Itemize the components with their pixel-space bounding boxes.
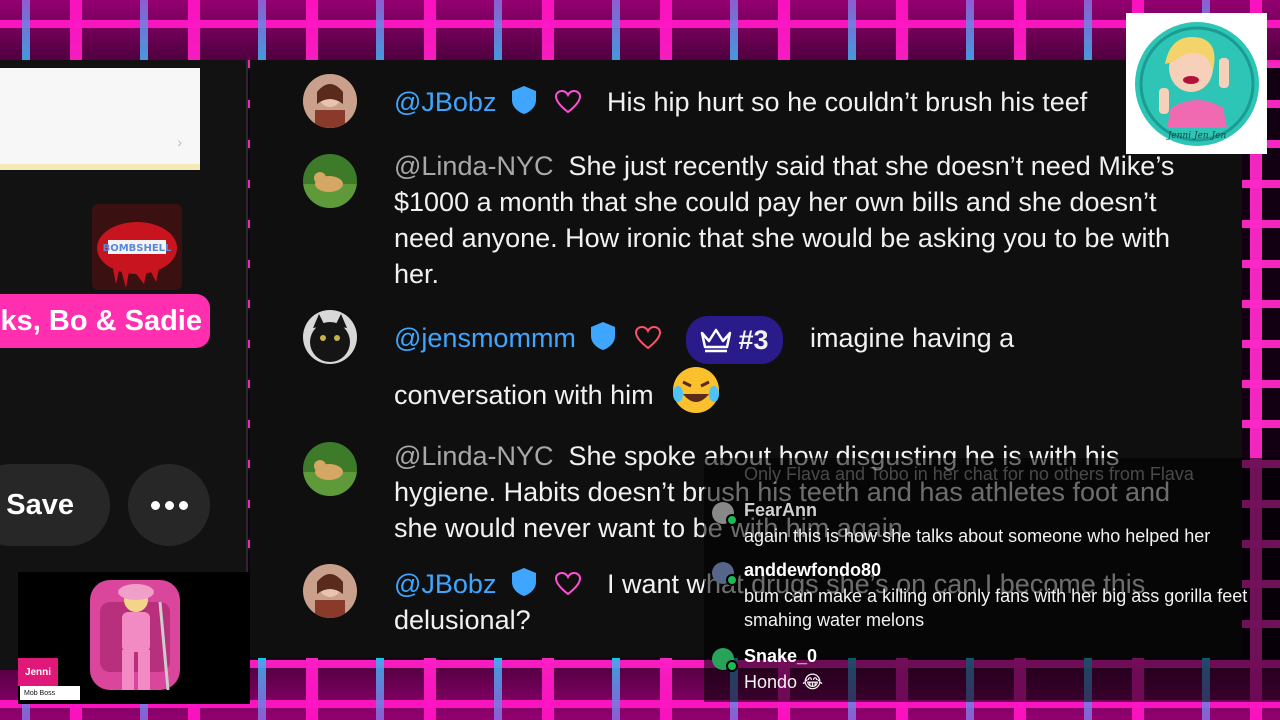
subscriber-badge-icon <box>726 514 738 526</box>
message-author[interactable]: @JBobz <box>394 87 496 117</box>
crown-icon <box>701 328 732 353</box>
heart-icon <box>555 90 582 114</box>
message-author[interactable]: @JBobz <box>394 569 496 599</box>
logo-character-image: Jenni Jen Jen <box>1134 21 1259 146</box>
overlay-username: anddewfondo80 <box>744 560 882 580</box>
rank-text: #3 <box>738 324 769 355</box>
moderator-shield-icon <box>511 86 536 114</box>
subscriber-badge-icon <box>726 574 738 586</box>
cam-subtitle: Mob Boss <box>20 686 80 700</box>
more-dot <box>150 500 160 510</box>
overlay-message: Hondo 😂 <box>744 672 824 692</box>
webcam-overlay: Jenni Mob Boss <box>18 572 250 704</box>
channel-tag-text: ks, Bo & Sadie <box>0 304 202 337</box>
message-text-continued: conversation with him <box>394 379 654 410</box>
overlay-username: FearAnn <box>744 500 818 520</box>
overlay-message: again this is how she talks about someon… <box>744 526 1211 546</box>
message-text: His hip hurt so he couldn’t brush his te… <box>607 87 1088 117</box>
save-label: Save <box>6 488 74 521</box>
channel-logo: Jenni Jen Jen <box>1126 13 1267 154</box>
moderator-shield-icon <box>511 568 536 596</box>
overlay-message: bum can make a killing on only fans with… <box>744 586 1248 630</box>
svg-text:Jenni Jen Jen: Jenni Jen Jen <box>1165 131 1226 141</box>
subscriber-badge-icon <box>726 660 738 672</box>
user-avatar[interactable] <box>303 74 357 128</box>
message-body: @JBobz His hip hurt so he couldn’t brush… <box>394 84 1194 120</box>
message-author[interactable]: @jensmommm <box>394 323 576 353</box>
moderator-shield-icon <box>591 322 616 350</box>
stream-chat-overlay: Only Flava and Tobo in her chat for no o… <box>704 458 1280 702</box>
message-author[interactable]: @Linda-NYC <box>394 151 553 181</box>
overlay-faded-message: Only Flava and Tobo in her chat for no o… <box>744 464 1194 484</box>
heart-icon <box>634 326 661 350</box>
preview-card[interactable]: › <box>0 68 200 170</box>
message-author[interactable]: @Linda-NYC <box>394 441 553 471</box>
message-body: @Linda-NYC She just recently said that s… <box>394 148 1194 292</box>
channel-tag[interactable]: ks, Bo & Sadie <box>0 294 210 348</box>
user-avatar[interactable] <box>303 442 357 496</box>
save-button[interactable]: Save <box>0 464 110 546</box>
chevron-right-icon: › <box>177 134 182 150</box>
user-avatar[interactable] <box>303 564 357 618</box>
svg-text:BOMBSHELL: BOMBSHELL <box>103 243 172 254</box>
heart-icon <box>555 572 582 596</box>
message-body: @jensmommm #3 imagine having a conversat… <box>394 314 1194 429</box>
message-text: imagine having a <box>810 323 1015 353</box>
more-dot <box>164 500 174 510</box>
plaid-band-top <box>0 0 1280 62</box>
user-avatar[interactable] <box>303 310 357 364</box>
bombshell-sticker: BOMBSHELL <box>92 204 182 290</box>
laughing-emoji-icon <box>669 364 723 429</box>
user-avatar[interactable] <box>303 154 357 208</box>
more-dot <box>178 500 188 510</box>
more-options-button[interactable] <box>128 464 210 546</box>
cam-name-badge: Jenni <box>18 658 58 686</box>
overlay-username: Snake_0 <box>744 646 818 666</box>
rank-badge: #3 <box>686 315 783 364</box>
